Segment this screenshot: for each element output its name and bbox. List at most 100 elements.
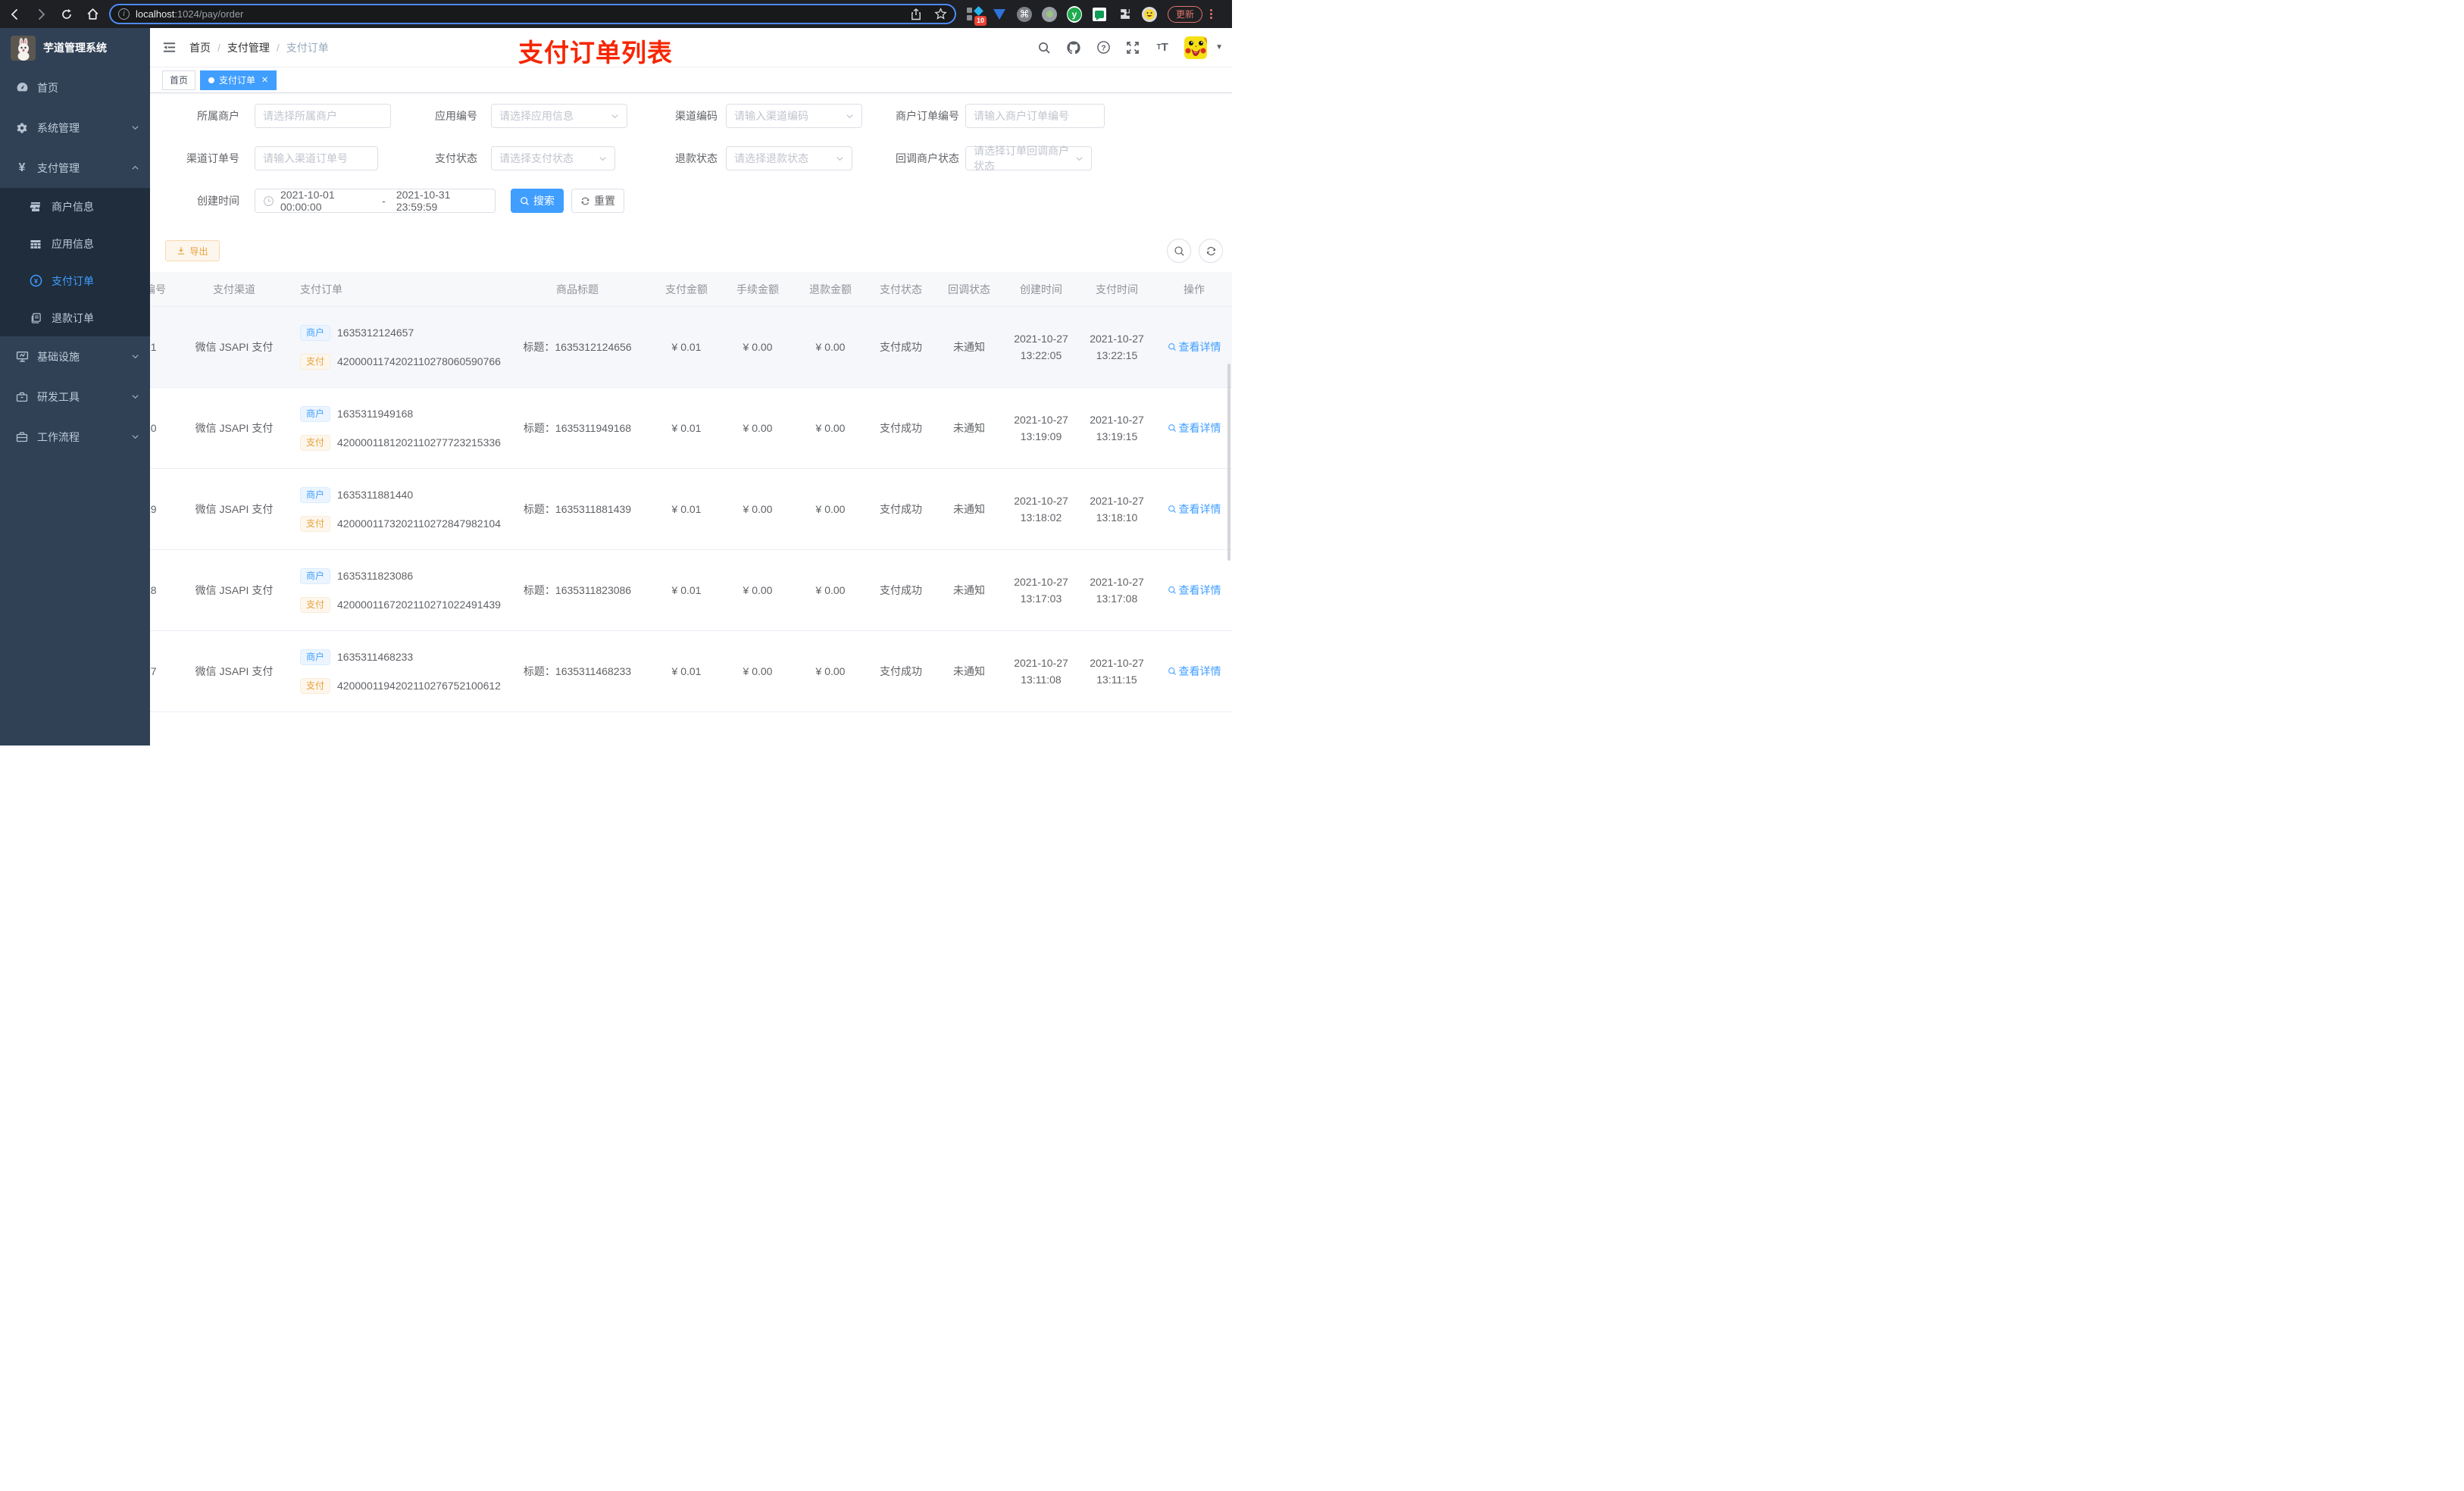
browser-menu-icon[interactable] <box>1210 9 1213 19</box>
pay-status: 支付成功 <box>880 341 922 353</box>
sidebar-item-home[interactable]: 首页 <box>0 67 150 108</box>
yen-icon: ¥ <box>18 161 26 174</box>
search-icon[interactable] <box>1037 40 1052 55</box>
col-create-time: 创建时间 <box>1020 283 1062 295</box>
product-title: 1635311949168 <box>555 422 632 434</box>
sidebar-item-label: 退款订单 <box>52 311 94 324</box>
app-no-select[interactable]: 请选择应用信息 <box>491 104 627 128</box>
home-icon[interactable] <box>85 7 100 22</box>
address-bar[interactable]: i localhost:1024/pay/order <box>109 4 956 24</box>
breadcrumb-home[interactable]: 首页 <box>189 40 211 55</box>
sidebar-item-system[interactable]: 系统管理 <box>0 108 150 148</box>
view-detail-link[interactable]: 查看详情 <box>1168 339 1221 355</box>
pay-status: 支付成功 <box>880 584 922 596</box>
search-button[interactable]: 搜索 <box>511 189 564 213</box>
sidebar-item-payment[interactable]: ¥ 支付管理 <box>0 148 150 188</box>
extension-command-icon[interactable]: ⌘ <box>1017 6 1032 22</box>
extension-chat-icon[interactable] <box>1092 7 1107 22</box>
callback-status-select[interactable]: 请选择订单回调商户状态 <box>965 145 1092 172</box>
channel-order-input[interactable]: 请输入渠道订单号 <box>255 146 378 170</box>
scrollbar-thumb[interactable] <box>1227 364 1230 561</box>
table-row: 18 微信 JSAPI 支付 商户1635311823086 支付4200001… <box>150 550 1232 631</box>
fee-amount: ¥ 0.00 <box>743 584 773 596</box>
avatar-caret-icon[interactable]: ▼ <box>1215 43 1223 52</box>
pay-status: 支付成功 <box>880 503 922 515</box>
pay-status-select[interactable]: 请选择支付状态 <box>491 146 615 170</box>
col-callback: 回调状态 <box>948 283 990 295</box>
merchant-order-no: 1635311949168 <box>337 408 414 420</box>
col-amount: 支付金额 <box>665 283 708 295</box>
merchant-tag: 商户 <box>300 405 331 422</box>
pay-amount: ¥ 0.01 <box>671 584 702 596</box>
refund-amount: ¥ 0.00 <box>815 341 846 353</box>
extension-dot-icon[interactable] <box>1042 6 1057 22</box>
sidebar-item-label: 工作流程 <box>37 430 80 443</box>
app-logo[interactable]: 芋道管理系统 <box>0 28 150 67</box>
view-detail-link[interactable]: 查看详情 <box>1168 420 1221 436</box>
chevron-down-icon <box>131 392 139 401</box>
filter-label-merchant-order: 商户订单编号 <box>896 110 959 122</box>
merchant-input[interactable]: 请选择所属商户 <box>255 104 391 128</box>
sidebar-item-devtools[interactable]: 研发工具 <box>0 377 150 417</box>
create-time-range-picker[interactable]: 2021-10-01 00:00:00 - 2021-10-31 23:59:5… <box>255 189 496 213</box>
col-pay-time: 支付时间 <box>1096 283 1138 295</box>
orders-table: 编号 支付渠道 支付订单 商品标题 支付金额 手续金额 退款金额 支付状态 回调… <box>150 272 1232 746</box>
sidebar-item-label: 应用信息 <box>52 237 94 250</box>
view-detail-link[interactable]: 查看详情 <box>1168 501 1221 517</box>
filter-label-channel-order: 渠道订单号 <box>186 152 239 164</box>
help-icon[interactable]: ? <box>1096 40 1111 55</box>
refund-status-select[interactable]: 请选择退款状态 <box>726 146 852 170</box>
pay-order-no: 4200001194202110276752100612 <box>337 680 501 692</box>
github-icon[interactable] <box>1066 40 1081 55</box>
sidebar-item-app-info[interactable]: 应用信息 <box>0 225 150 262</box>
yen-circle-icon: ¥ <box>29 274 42 287</box>
export-button[interactable]: 导出 <box>165 240 220 261</box>
pay-order-no: 4200001173202110272847982104 <box>337 517 501 530</box>
browser-update-button[interactable]: 更新 <box>1168 5 1203 23</box>
back-icon[interactable] <box>8 7 23 22</box>
col-status: 支付状态 <box>880 283 922 295</box>
dashboard-icon <box>15 81 29 94</box>
view-detail-link[interactable]: 查看详情 <box>1168 582 1221 599</box>
channel-code-select[interactable]: 请输入渠道编码 <box>726 104 862 128</box>
table-toolbar: 导出 <box>150 231 1232 264</box>
tab-home[interactable]: 首页 <box>162 70 196 90</box>
briefcase-icon <box>15 431 29 443</box>
extension-boards-icon[interactable]: 10 <box>967 5 987 26</box>
extensions-puzzle-icon[interactable] <box>1117 7 1132 22</box>
merchant-order-input[interactable]: 请输入商户订单编号 <box>965 104 1105 128</box>
chevron-down-icon <box>846 112 854 120</box>
refresh-button[interactable] <box>1199 239 1223 263</box>
share-icon[interactable] <box>910 8 922 20</box>
sidebar-item-workflow[interactable]: 工作流程 <box>0 417 150 457</box>
extension-y-icon[interactable]: y <box>1067 5 1082 23</box>
sidebar-item-label: 研发工具 <box>37 390 80 403</box>
chevron-down-icon <box>599 155 607 163</box>
sidebar-item-pay-order[interactable]: ¥ 支付订单 <box>0 262 150 299</box>
site-info-icon[interactable]: i <box>118 8 130 20</box>
tab-pay-order[interactable]: 支付订单 ✕ <box>200 70 277 90</box>
bookmark-star-icon[interactable] <box>934 8 947 20</box>
table-row: 17 微信 JSAPI 支付 商户1635311468233 支付4200001… <box>150 631 1232 712</box>
pay-tag: 支付 <box>300 434 331 451</box>
page: i localhost:1024/pay/order 10 ⌘ y 更新 芋道管… <box>0 0 1232 746</box>
toggle-search-button[interactable] <box>1167 239 1191 263</box>
pay-tag: 支付 <box>300 353 331 370</box>
sidebar-toggle-icon[interactable] <box>162 40 177 55</box>
close-icon[interactable]: ✕ <box>261 75 268 85</box>
breadcrumb-payment[interactable]: 支付管理 <box>227 40 270 55</box>
fullscreen-icon[interactable] <box>1125 40 1140 55</box>
font-size-icon[interactable]: TT <box>1155 40 1170 55</box>
extension-smiley-icon[interactable] <box>1142 6 1157 22</box>
reload-icon[interactable] <box>59 7 74 22</box>
avatar[interactable] <box>1184 36 1208 59</box>
sidebar-item-infra[interactable]: 基础设施 <box>0 336 150 377</box>
forward-icon[interactable] <box>33 7 48 22</box>
reset-button[interactable]: 重置 <box>571 189 624 213</box>
clock-icon <box>263 195 274 207</box>
date-separator: - <box>382 195 386 207</box>
view-detail-link[interactable]: 查看详情 <box>1168 663 1221 680</box>
sidebar-item-merchant-info[interactable]: 商户信息 <box>0 188 150 225</box>
extension-gem-icon[interactable] <box>992 7 1007 22</box>
sidebar-item-refund-order[interactable]: 退款订单 <box>0 299 150 336</box>
